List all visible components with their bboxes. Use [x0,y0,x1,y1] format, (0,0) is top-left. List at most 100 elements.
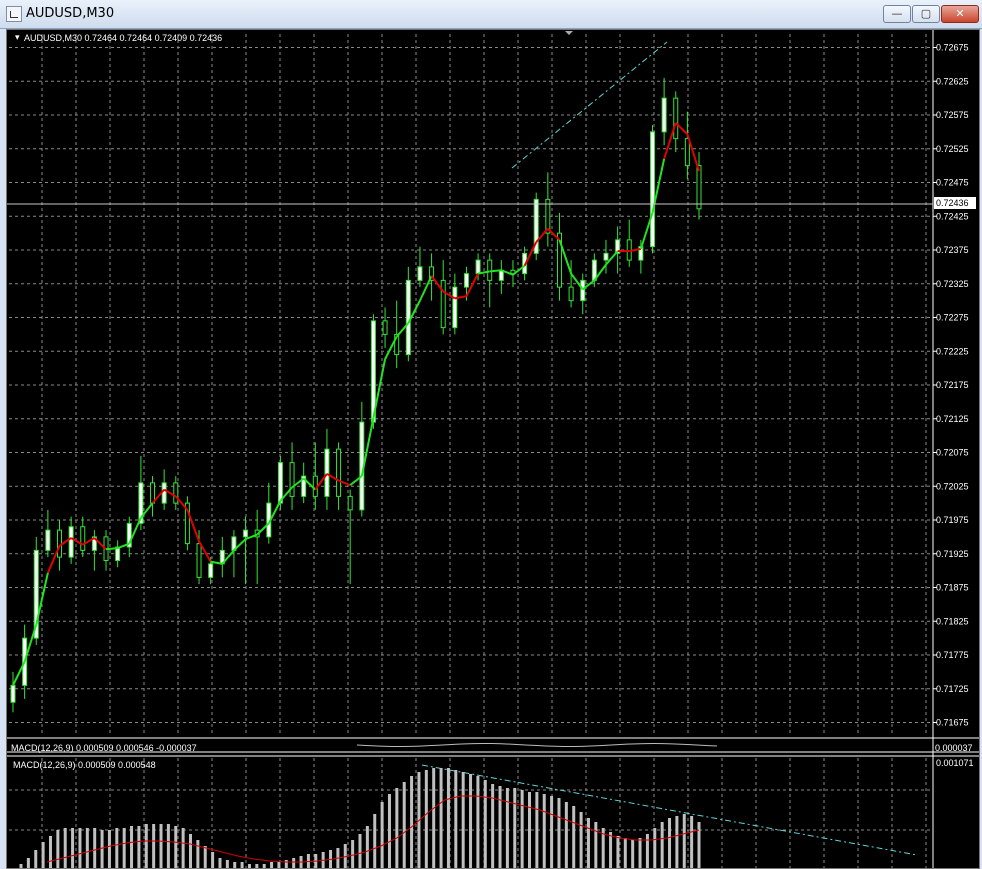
trendlines [421,41,918,856]
macd-bar [616,836,620,868]
macd-bar [19,864,23,868]
macd-bar [483,780,487,868]
macd-bar [572,806,576,868]
chart-area[interactable]: 0.72675 0.72625 0.72575 0.72525 0.72475 0.724… [6,29,980,869]
macd-bar [240,862,244,868]
macd-bar [277,862,281,868]
macd-bar [93,828,97,868]
macd-bar [218,858,222,868]
macd-bar [653,828,657,868]
macd-bar [358,834,362,868]
price-tick-label: 0.72325 [936,279,969,289]
macd-bar [211,852,215,868]
macd-bar [550,796,554,868]
macd-bar [697,822,701,868]
macd-bar [469,774,473,868]
macd-bar [107,830,111,868]
price-tick-label: 0.71825 [936,616,969,626]
macd-bar [461,772,465,868]
price-trendline[interactable] [511,41,668,169]
macd-bar [196,840,200,868]
macd-bar [660,822,664,868]
macd-bar [432,768,436,868]
price-tick-label: 0.72625 [936,76,969,86]
macd-bar [520,790,524,868]
candle-up [324,448,330,497]
price-tick-label: 0.72525 [936,144,969,154]
macd-bar [174,826,178,868]
candle-up [208,563,214,578]
minimize-button[interactable]: — [883,5,911,23]
macd-bar [631,840,635,868]
price-tick-label: 0.71925 [936,549,969,559]
macd-bar [498,786,502,868]
candle-down [336,448,342,497]
macd-bar [41,842,45,868]
macd-bar [535,792,539,868]
macd-bar [395,788,399,868]
macd-bar [284,860,288,868]
macd-bar [424,770,428,868]
macd-bar [439,768,443,868]
price-tick-label: 0.72575 [936,110,969,120]
macd-label: MACD(12,26,9) 0.000509 0.000548 [13,760,156,770]
macd-bar [137,826,141,868]
candle-up [277,462,283,504]
candle-down [289,462,295,497]
window-title: AUDUSD,M30 [26,6,115,21]
macd-bar [690,816,694,868]
macd-bar [454,770,458,868]
macd-bar [343,844,347,868]
chart-window-icon [6,6,22,22]
candle-up [405,279,411,356]
chart-shift-marker[interactable] [565,31,573,35]
macd-bar [85,828,89,868]
macd-bar [56,830,60,868]
price-tick-label: 0.71975 [936,515,969,525]
price-tick-label: 0.72275 [936,313,969,323]
macd-bar [26,858,30,868]
candle-down [440,279,446,329]
macd-bar [144,824,148,868]
price-tick-label: 0.71725 [936,684,969,694]
candles [10,77,702,713]
price-tick-label: 0.72425 [936,211,969,221]
price-tick-label: 0.72025 [936,481,969,491]
macd-bar [100,830,104,868]
price-tick-label: 0.71875 [936,583,969,593]
candle-up [661,97,667,133]
chart-canvas[interactable]: 0.72675 0.72625 0.72575 0.72525 0.72475 0.724… [7,30,979,868]
candle-down [347,495,353,511]
candle-up [45,529,51,551]
macd-bar [181,828,185,868]
chart-header-arrow[interactable]: ▾ [15,32,20,42]
price-tick-label: 0.72175 [936,380,969,390]
macd-bar [505,788,509,868]
macd-bar [446,768,450,868]
candle-down [173,482,179,504]
macd-bar [623,838,627,868]
macd-bar [402,782,406,868]
macd-bar [247,864,251,868]
macd-bar [115,828,119,868]
close-button[interactable]: ✕ [941,5,979,23]
candle-down [696,165,702,210]
macd-bar [63,828,67,868]
macd-bar [542,794,546,868]
maximize-button[interactable]: ▢ [912,5,940,23]
price-tick-label: 0.72475 [936,178,969,188]
candle-up [417,266,423,281]
macd-bar [557,798,561,868]
macd-axis-value: 0.001071 [936,758,974,768]
candle-up [463,273,469,288]
candle-up [603,252,609,261]
candle-up [68,526,74,558]
macd-bar [71,828,75,868]
macd-bar [682,814,686,868]
indicator-strip-line [356,742,718,747]
candle-up [649,131,655,248]
indicator-strip-axis-value: 0.000037 [935,743,973,753]
macd-bar [491,784,495,868]
macd-bar [365,826,369,868]
macd-bar [292,858,296,868]
